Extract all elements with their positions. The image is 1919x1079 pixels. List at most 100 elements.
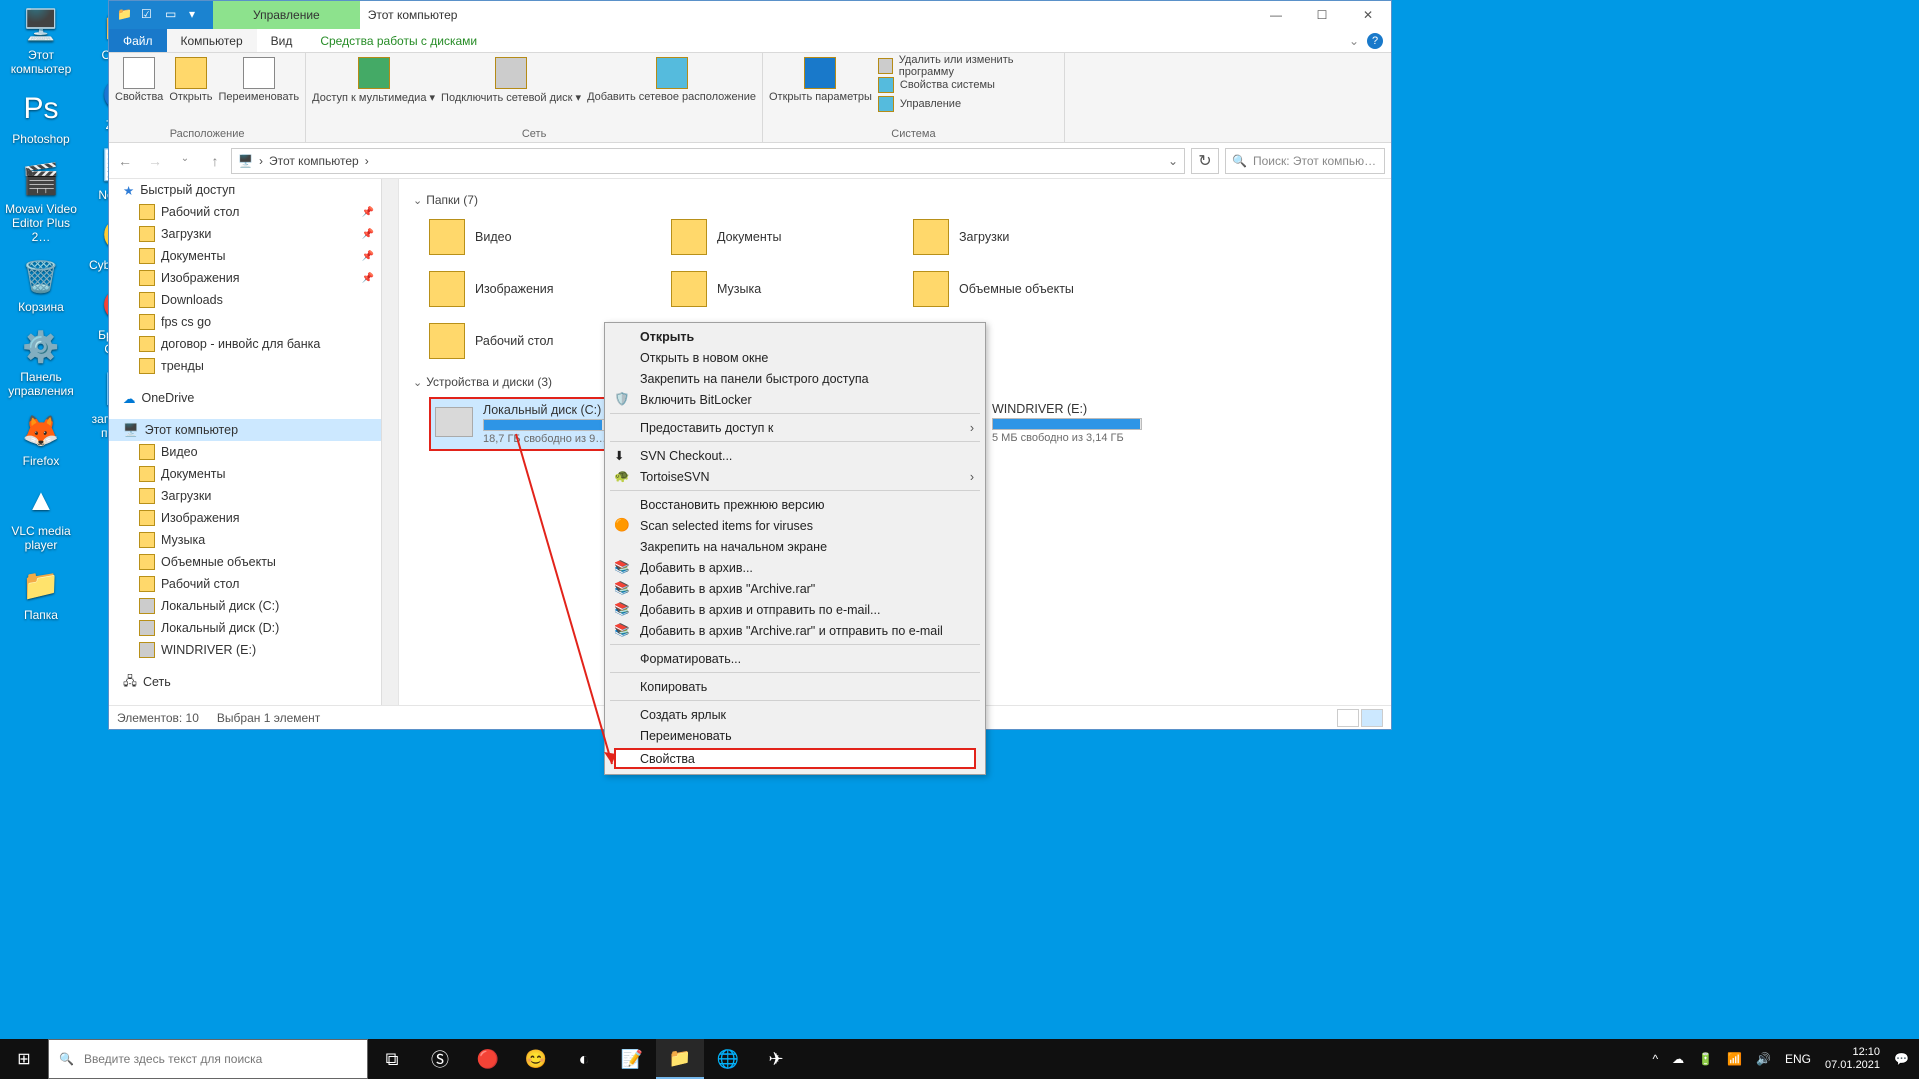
close-button[interactable]: ✕ — [1345, 1, 1391, 29]
nav-up[interactable]: ↑ — [205, 153, 225, 169]
ribbon-open[interactable]: Открыть — [169, 57, 212, 126]
taskbar-app-chrome[interactable]: 🌐 — [704, 1039, 752, 1079]
ribbon-open-settings[interactable]: Открыть параметры — [769, 57, 872, 126]
desktop-icon[interactable]: 🖥️Этот компьютер — [4, 4, 78, 76]
tray-onedrive-icon[interactable]: ☁ — [1672, 1052, 1684, 1066]
nav-item[interactable]: Документы — [109, 463, 398, 485]
nav-item[interactable]: Объемные объекты — [109, 551, 398, 573]
folder-tile[interactable]: Документы — [671, 215, 901, 259]
addr-dropdown-icon[interactable]: ⌄ — [1168, 154, 1178, 168]
ctx-open-new-window[interactable]: Открыть в новом окне — [608, 347, 982, 368]
ctx-pin-quick-access[interactable]: Закрепить на панели быстрого доступа — [608, 368, 982, 389]
ribbon-rename[interactable]: Переименовать — [219, 57, 300, 126]
tab-view[interactable]: Вид — [257, 29, 307, 52]
nav-item[interactable]: договор - инвойс для банка — [109, 333, 398, 355]
ribbon-context-tab[interactable]: Управление — [213, 1, 360, 29]
tab-drive-tools[interactable]: Средства работы с дисками — [306, 29, 491, 52]
nav-item[interactable]: ☁OneDrive — [109, 387, 398, 409]
taskbar-search[interactable]: 🔍 Введите здесь текст для поиска — [48, 1039, 368, 1079]
ctx-open[interactable]: Открыть — [608, 326, 982, 347]
tray-overflow-icon[interactable]: ^ — [1652, 1052, 1658, 1066]
ribbon-map-drive[interactable]: Подключить сетевой диск ▾ — [441, 57, 581, 126]
ctx-copy[interactable]: Копировать — [608, 676, 982, 697]
ctx-scan-virus[interactable]: 🟠Scan selected items for viruses — [608, 515, 982, 536]
nav-item[interactable]: 🖧Сеть — [109, 671, 398, 693]
taskbar-app[interactable]: 😊 — [512, 1039, 560, 1079]
ctx-format[interactable]: Форматировать... — [608, 648, 982, 669]
desktop-icon[interactable]: 🦊Firefox — [4, 410, 78, 468]
nav-item[interactable]: 🖥️Этот компьютер — [109, 419, 398, 441]
tray-language[interactable]: ENG — [1785, 1052, 1811, 1066]
tab-computer[interactable]: Компьютер — [167, 29, 257, 52]
view-details-button[interactable] — [1337, 709, 1359, 727]
nav-item[interactable]: Документы — [109, 245, 398, 267]
tray-wifi-icon[interactable]: 📶 — [1727, 1052, 1742, 1066]
help-icon[interactable]: ? — [1367, 33, 1383, 49]
ctx-add-archive-rar[interactable]: 📚Добавить в архив "Archive.rar" — [608, 578, 982, 599]
navigation-pane[interactable]: ★Быстрый доступРабочий столЗагрузкиДокум… — [109, 179, 399, 705]
ctx-bitlocker[interactable]: 🛡️Включить BitLocker — [608, 389, 982, 410]
ribbon-collapse-icon[interactable]: ⌄ — [1349, 34, 1359, 48]
ribbon-media-access[interactable]: Доступ к мультимедиа ▾ — [312, 57, 435, 126]
tray-clock[interactable]: 12:10 07.01.2021 — [1825, 1046, 1880, 1072]
nav-item[interactable]: Локальный диск (C:) — [109, 595, 398, 617]
folder-tile[interactable]: Изображения — [429, 267, 659, 311]
ctx-pin-start[interactable]: Закрепить на начальном экране — [608, 536, 982, 557]
taskbar-app-notepad[interactable]: 📝 — [608, 1039, 656, 1079]
nav-item[interactable]: Музыка — [109, 529, 398, 551]
tray-battery-icon[interactable]: 🔋 — [1698, 1052, 1713, 1066]
taskbar-app-eclipse[interactable]: ◐ — [560, 1039, 608, 1079]
addr-sep[interactable]: › — [259, 154, 263, 168]
search-box[interactable]: 🔍 Поиск: Этот компью… — [1225, 148, 1385, 174]
ctx-share[interactable]: Предоставить доступ к› — [608, 417, 982, 438]
view-tiles-button[interactable] — [1361, 709, 1383, 727]
ribbon-uninstall[interactable]: Удалить или изменить программу — [878, 57, 1058, 75]
task-view-button[interactable]: ⧉ — [368, 1039, 416, 1079]
folder-tile[interactable]: Загрузки — [913, 215, 1143, 259]
ctx-tortoisesvn[interactable]: 🐢TortoiseSVN› — [608, 466, 982, 487]
ctx-rename[interactable]: Переименовать — [608, 725, 982, 746]
taskbar-app-skype[interactable]: Ⓢ — [416, 1039, 464, 1079]
addr-sep[interactable]: › — [365, 154, 369, 168]
desktop-icon[interactable]: ▲VLC media player — [4, 480, 78, 552]
nav-item[interactable]: тренды — [109, 355, 398, 377]
taskbar-app-telegram[interactable]: ✈ — [752, 1039, 800, 1079]
qat-dropdown[interactable]: ▾ — [189, 7, 205, 23]
start-button[interactable]: ⊞ — [0, 1039, 48, 1079]
ctx-add-archive[interactable]: 📚Добавить в архив... — [608, 557, 982, 578]
ctx-archive-rar-email[interactable]: 📚Добавить в архив "Archive.rar" и отправ… — [608, 620, 982, 641]
checkbox-icon[interactable]: ☑ — [141, 7, 157, 23]
folder-tile[interactable]: Музыка — [671, 267, 901, 311]
ctx-restore-version[interactable]: Восстановить прежнюю версию — [608, 494, 982, 515]
ctx-svn-checkout[interactable]: ⬇SVN Checkout... — [608, 445, 982, 466]
tray-notifications-icon[interactable]: 💬 — [1894, 1052, 1909, 1066]
nav-history-dropdown[interactable]: ⌄ — [175, 153, 195, 169]
desktop-icon[interactable]: 🗑️Корзина — [4, 256, 78, 314]
nav-item[interactable]: WINDRIVER (E:) — [109, 639, 398, 661]
nav-item[interactable]: fps cs go — [109, 311, 398, 333]
taskbar-app-opera[interactable]: 🔴 — [464, 1039, 512, 1079]
minimize-button[interactable]: — — [1253, 1, 1299, 29]
desktop-icon[interactable]: 🎬Movavi Video Editor Plus 2… — [4, 158, 78, 244]
ribbon-sysprops[interactable]: Свойства системы — [878, 76, 1058, 94]
nav-item[interactable]: Downloads — [109, 289, 398, 311]
qat-item[interactable]: ▭ — [165, 7, 181, 23]
nav-item[interactable]: Видео — [109, 441, 398, 463]
refresh-button[interactable]: ↻ — [1191, 148, 1219, 174]
nav-item[interactable]: Загрузки — [109, 223, 398, 245]
desktop-icon[interactable]: 📁Папка — [4, 564, 78, 622]
ribbon-properties[interactable]: Свойства — [115, 57, 163, 126]
ctx-properties[interactable]: Свойства — [614, 748, 976, 769]
nav-item[interactable]: Загрузки — [109, 485, 398, 507]
nav-forward[interactable]: → — [145, 153, 165, 169]
group-header-folders[interactable]: Папки (7) — [413, 193, 1377, 207]
nav-item[interactable]: Локальный диск (D:) — [109, 617, 398, 639]
addr-crumb[interactable]: Этот компьютер — [269, 154, 359, 168]
ctx-archive-email[interactable]: 📚Добавить в архив и отправить по e-mail.… — [608, 599, 982, 620]
desktop-icon[interactable]: ⚙️Панель управления — [4, 326, 78, 398]
folder-tile[interactable]: Объемные объекты — [913, 267, 1143, 311]
folder-tile[interactable]: Видео — [429, 215, 659, 259]
tray-volume-icon[interactable]: 🔊 — [1756, 1052, 1771, 1066]
maximize-button[interactable]: ☐ — [1299, 1, 1345, 29]
taskbar-app-explorer[interactable]: 📁 — [656, 1039, 704, 1079]
